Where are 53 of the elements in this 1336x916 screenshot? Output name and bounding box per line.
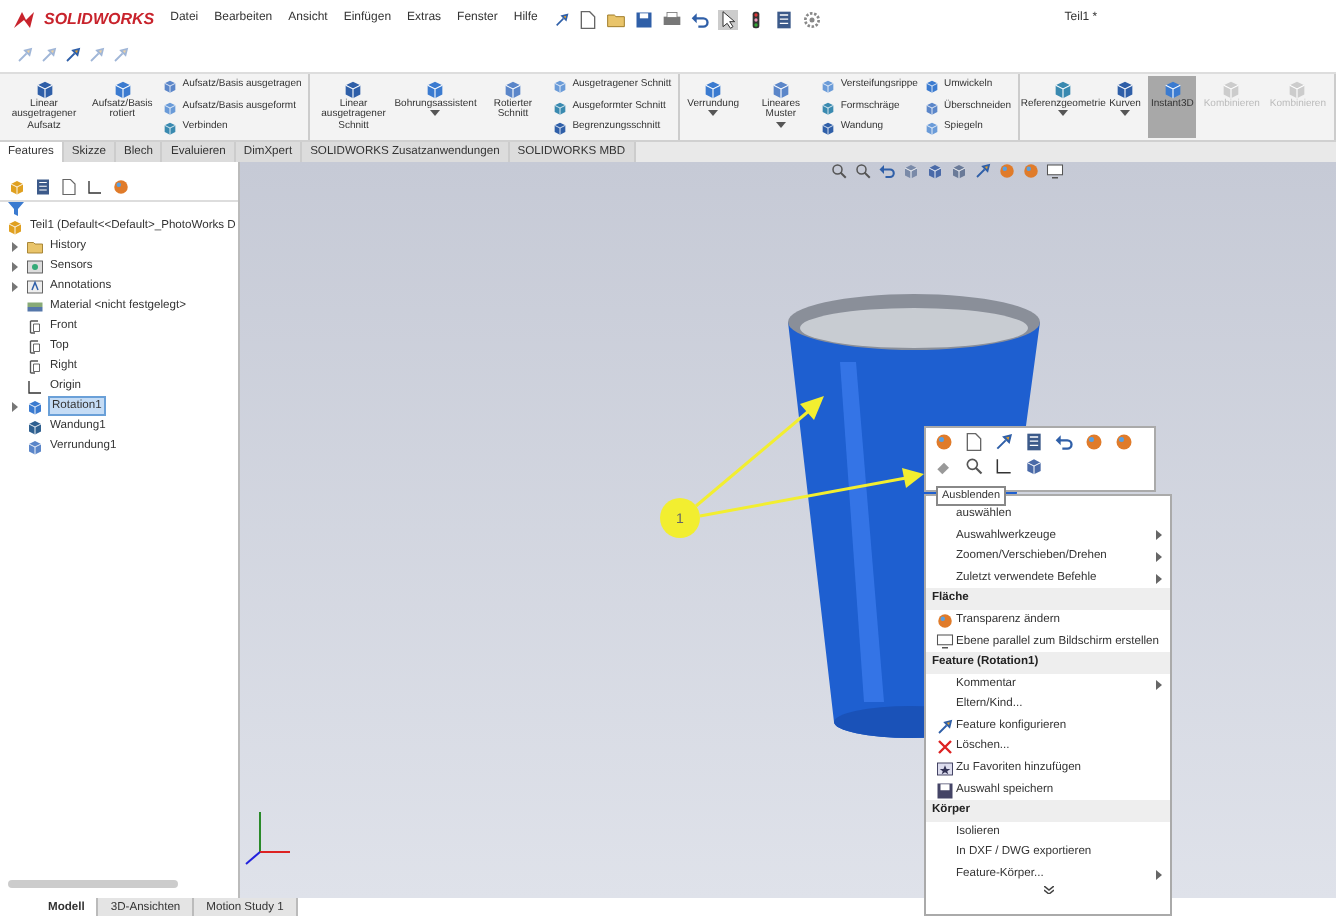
plane-icon [26, 357, 44, 375]
cube-icon [552, 120, 569, 136]
properties-icon[interactable] [60, 178, 78, 196]
appearance-icon[interactable] [112, 178, 130, 196]
cube-icon [820, 120, 837, 136]
undo-icon[interactable] [689, 9, 710, 29]
cube-icon [162, 99, 179, 115]
undo-icon[interactable] [1054, 432, 1074, 452]
list-icon[interactable] [773, 9, 794, 29]
filter-icon[interactable] [8, 202, 24, 216]
caret-icon[interactable] [430, 110, 441, 119]
plane-icon [26, 317, 44, 335]
select-pointer-icon[interactable] [717, 9, 738, 29]
annotation-icon [26, 277, 44, 295]
caret-icon[interactable] [1058, 110, 1069, 119]
cube-icon [552, 99, 569, 115]
caret-icon[interactable] [775, 121, 786, 129]
list-icon[interactable] [34, 178, 52, 196]
print-icon[interactable] [661, 9, 682, 29]
cube-icon [820, 99, 837, 115]
open-folder-icon[interactable] [605, 9, 626, 29]
origin-icon [26, 377, 44, 395]
settings-icon[interactable] [801, 9, 822, 29]
cube-icon [162, 120, 179, 136]
app-logo: SOLIDWORKS [44, 7, 155, 31]
cube-icon [923, 120, 940, 136]
caret-icon[interactable] [1120, 110, 1131, 119]
expand-arrow-icon[interactable] [12, 401, 18, 411]
triad-icon [245, 811, 291, 865]
cube-icon [923, 99, 940, 115]
previous-view-icon[interactable] [878, 162, 896, 180]
expand-arrow-icon[interactable] [12, 281, 18, 291]
horizontal-scrollbar[interactable] [8, 880, 178, 888]
history-folder-icon [26, 237, 44, 255]
appearance-icon[interactable] [1084, 432, 1104, 452]
origin-icon[interactable] [994, 456, 1014, 476]
save-icon[interactable] [633, 9, 654, 29]
expand-menu-icon[interactable] [1043, 885, 1053, 894]
zoom-icon[interactable] [830, 162, 848, 180]
appearance-icon[interactable] [934, 432, 954, 452]
appearance-icon[interactable] [1114, 432, 1134, 452]
plane-icon [26, 337, 44, 355]
monitor-icon[interactable] [1046, 162, 1064, 180]
logo-icon [12, 9, 36, 29]
zoom-icon[interactable] [964, 456, 984, 476]
caret-icon[interactable] [708, 110, 719, 119]
expand-arrow-icon[interactable] [12, 241, 18, 251]
cube-icon [1161, 78, 1184, 100]
cube-icon[interactable] [1024, 456, 1044, 476]
material-icon [26, 297, 44, 315]
sensor-icon [26, 257, 44, 275]
expand-arrow-icon[interactable] [12, 261, 18, 271]
new-document-icon[interactable] [577, 9, 598, 29]
